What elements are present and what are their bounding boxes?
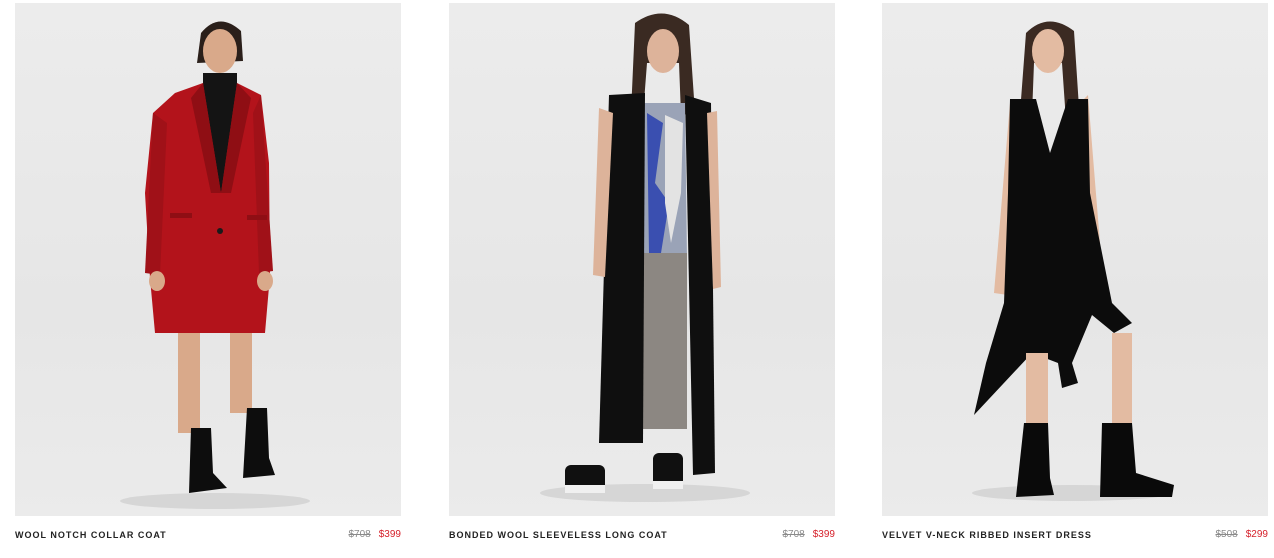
product-meta: BONDED WOOL SLEEVELESS LONG COAT $708 $39… <box>449 528 835 544</box>
product-name[interactable]: WOOL NOTCH COLLAR COAT <box>15 528 167 542</box>
product-meta: VELVET V-NECK RIBBED INSERT DRESS $508 $2… <box>882 528 1268 544</box>
product-prices: $708 $399 <box>349 528 402 542</box>
model-photo-red-coat <box>120 21 310 509</box>
original-price: $508 <box>1215 529 1238 540</box>
product-grid: WOOL NOTCH COLLAR COAT $708 $399 BONDED … <box>0 0 1274 558</box>
product-card: BONDED WOOL SLEEVELESS LONG COAT $708 $39… <box>449 3 835 551</box>
product-name[interactable]: BONDED WOOL SLEEVELESS LONG COAT <box>449 528 668 542</box>
product-image[interactable] <box>15 3 401 516</box>
sale-price: $399 <box>378 529 401 540</box>
product-image[interactable] <box>882 3 1268 516</box>
product-card: VELVET V-NECK RIBBED INSERT DRESS $508 $2… <box>882 3 1268 551</box>
model-photo-velvet-dress <box>972 21 1174 501</box>
original-price: $708 <box>782 529 805 540</box>
product-meta: WOOL NOTCH COLLAR COAT $708 $399 <box>15 528 401 544</box>
product-card: WOOL NOTCH COLLAR COAT $708 $399 <box>15 3 401 551</box>
sale-price: $399 <box>812 529 835 540</box>
original-price: $708 <box>348 529 371 540</box>
product-prices: $708 $399 <box>783 528 836 542</box>
product-name[interactable]: VELVET V-NECK RIBBED INSERT DRESS <box>882 528 1092 542</box>
product-image[interactable] <box>449 3 835 516</box>
model-photo-long-coat <box>540 13 750 502</box>
sale-price: $299 <box>1245 529 1268 540</box>
product-prices: $508 $299 <box>1216 528 1269 542</box>
